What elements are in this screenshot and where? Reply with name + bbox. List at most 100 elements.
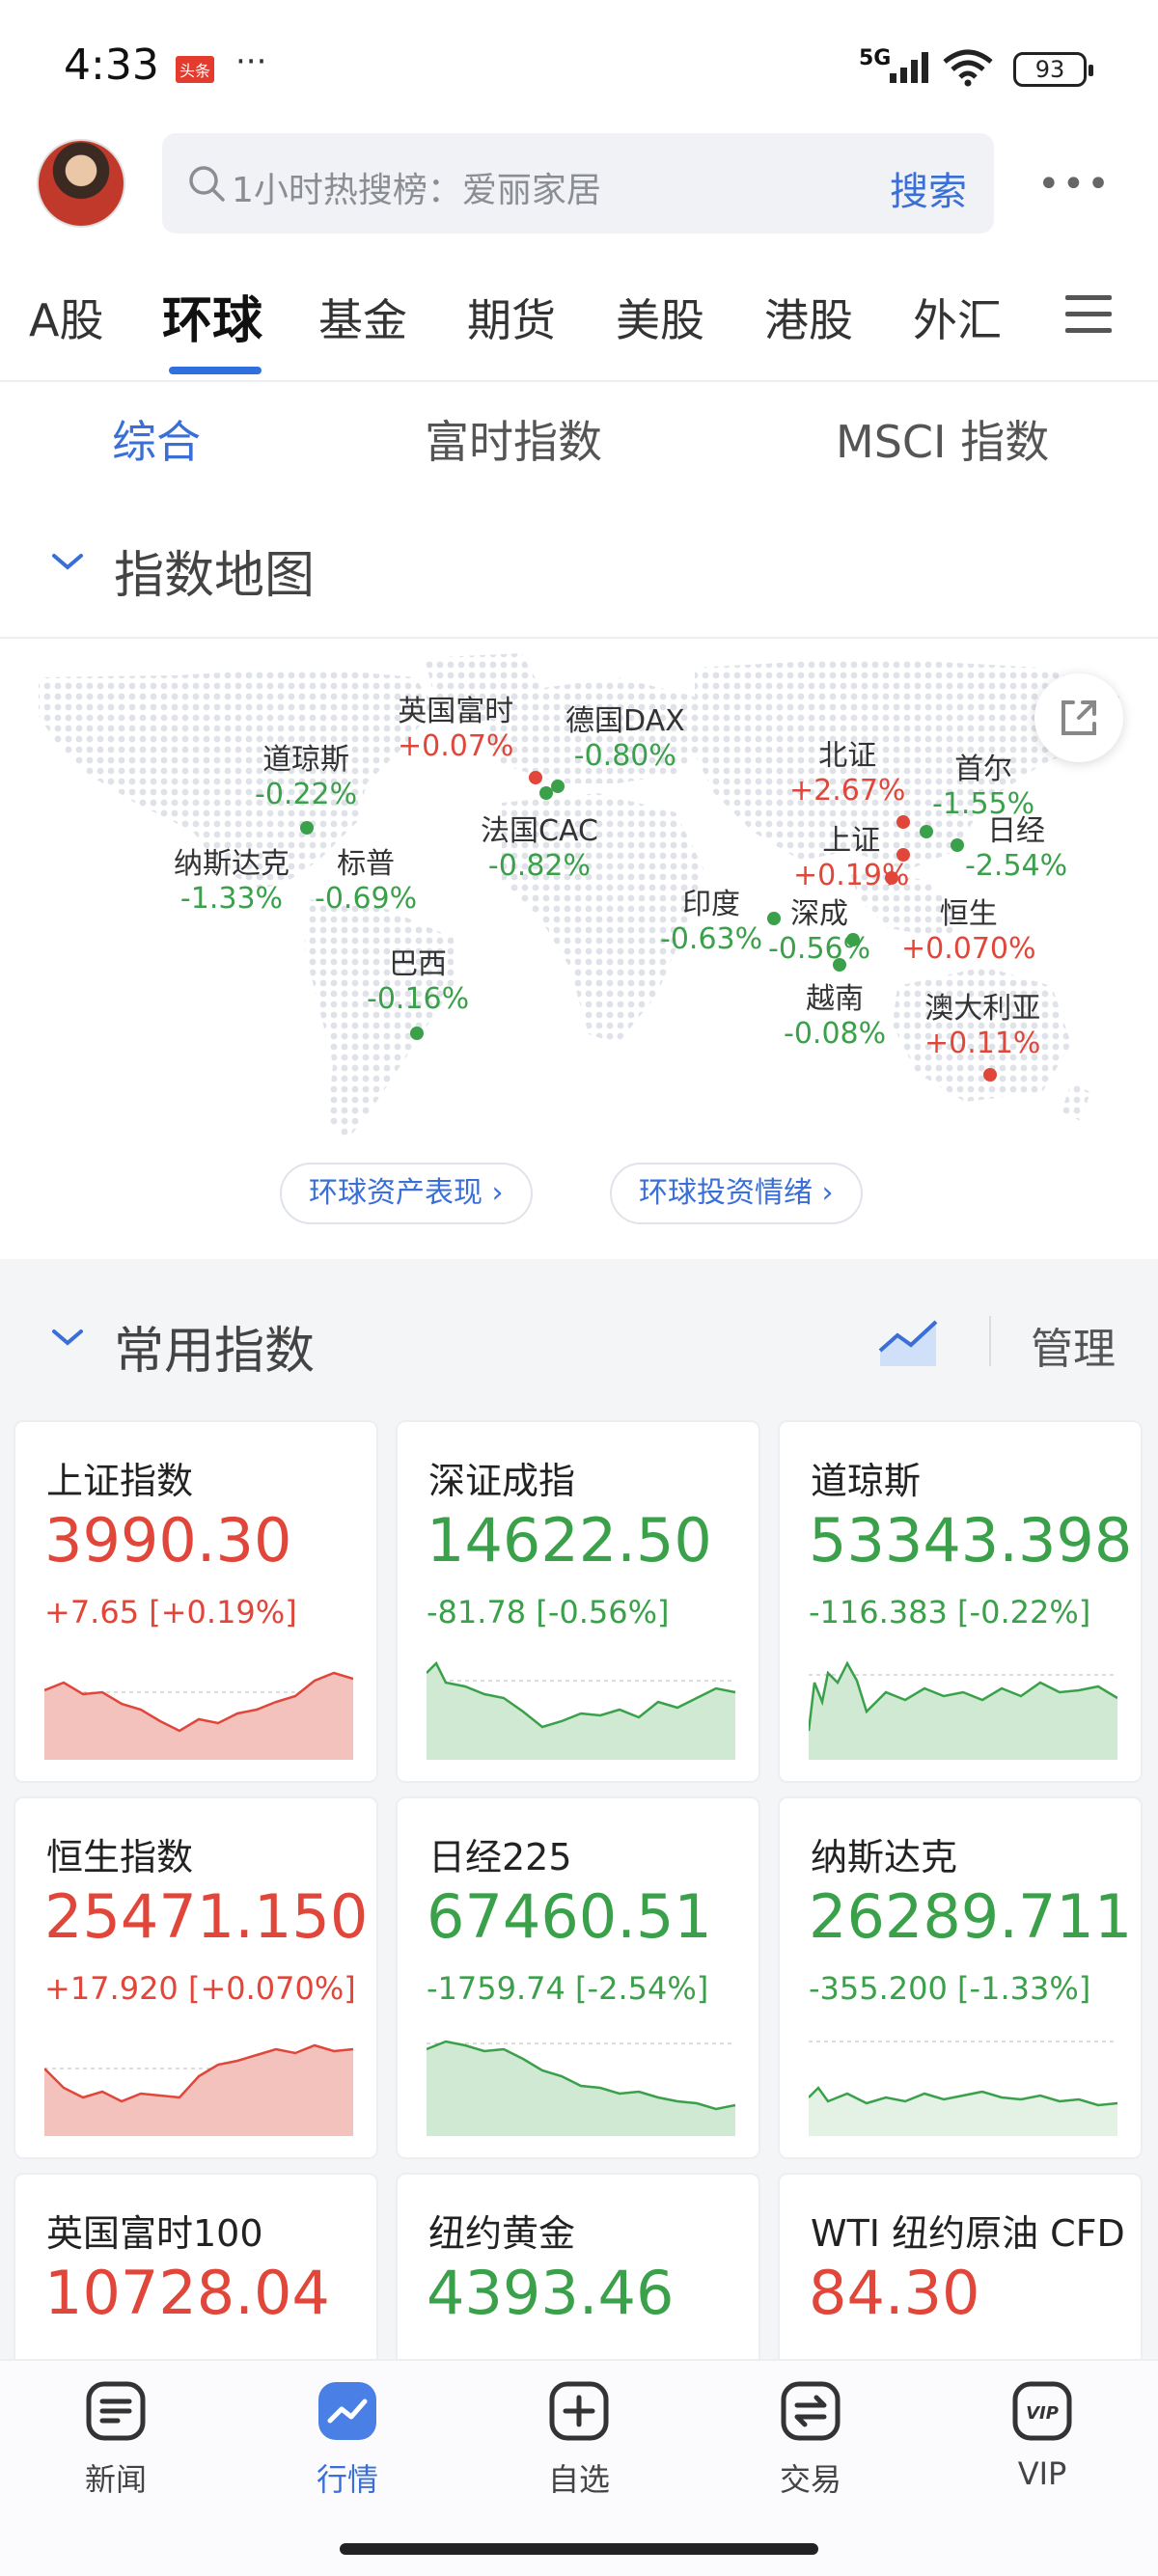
nav-market-label: 行情 — [316, 2461, 378, 2498]
nav-trade[interactable]: 交易 — [743, 2380, 878, 2500]
expand-map-button[interactable] — [1034, 673, 1123, 762]
user-avatar[interactable] — [37, 139, 125, 228]
card-change: -1759.74 [-2.54%] — [427, 1970, 709, 2007]
status-bar: 4:33 头条 ··· 5G 93 — [0, 0, 1158, 135]
sparkline-chart — [427, 2040, 735, 2136]
chart-view-icon[interactable] — [876, 1312, 944, 1370]
map-marker-brazil[interactable]: 巴西 -0.16% — [367, 940, 469, 1016]
index-card-shenzhen[interactable]: 深证成指 14622.50 -81.78 [-0.56%] — [396, 1420, 760, 1783]
tab-forex[interactable]: 外汇 — [913, 286, 1002, 349]
tab-hk-stocks[interactable]: 港股 — [764, 286, 853, 349]
card-change: -355.200 [-1.33%] — [809, 1970, 1091, 2007]
card-change: -81.78 [-0.56%] — [427, 1594, 670, 1631]
nav-news[interactable]: 新闻 — [48, 2380, 183, 2500]
tab-futures[interactable]: 期货 — [467, 286, 556, 349]
card-price: 26289.711 — [809, 1881, 1133, 1952]
world-index-map[interactable]: 英国富时 +0.07% 德国DAX -0.80% 道琼斯 -0.22% 法国CAC -0… — [0, 637, 1158, 1259]
subtab-ftse-index[interactable]: 富时指数 — [425, 407, 602, 471]
map-marker-dow-jones[interactable]: 道琼斯 -0.22% — [255, 735, 357, 811]
trade-icon — [781, 2381, 841, 2441]
home-indicator[interactable] — [340, 2543, 818, 2555]
map-marker-dax[interactable]: 德国DAX -0.80% — [565, 697, 685, 773]
nav-trade-label: 交易 — [779, 2461, 841, 2498]
common-indices-header[interactable]: 常用指数 — [0, 1283, 1158, 1399]
tab-us-stocks[interactable]: 美股 — [616, 286, 704, 349]
card-name: 纽约黄金 — [428, 2212, 576, 2255]
map-marker-india[interactable]: 印度 -0.63% — [660, 880, 762, 956]
notification-dots-icon: ··· — [235, 42, 267, 81]
map-marker-cac[interactable]: 法国CAC -0.82% — [481, 807, 598, 883]
active-tab-indicator — [169, 367, 262, 374]
tab-funds[interactable]: 基金 — [318, 286, 407, 349]
index-card-shanghai[interactable]: 上证指数 3990.30 +7.65 [+0.19%] — [14, 1420, 378, 1783]
global-investment-sentiment-link[interactable]: 环球投资情绪 › — [610, 1163, 863, 1224]
global-asset-performance-link[interactable]: 环球资产表现 › — [280, 1163, 533, 1224]
app-badge: 头条 — [176, 56, 215, 83]
sparkline-chart — [809, 2041, 1117, 2136]
expand-icon — [1062, 700, 1096, 735]
map-marker-shenzhen[interactable]: 深成 -0.56% — [768, 890, 870, 966]
map-marker-nasdaq[interactable]: 纳斯达克 -1.33% — [174, 839, 290, 916]
map-marker-beijing[interactable]: 北证 +2.67% — [789, 731, 905, 808]
card-change: +7.65 [+0.19%] — [44, 1594, 297, 1631]
card-name: 英国富时100 — [46, 2212, 263, 2255]
index-card-nasdaq[interactable]: 纳斯达克 26289.711 -355.200 [-1.33%] — [778, 1796, 1143, 2159]
index-card-hang-seng[interactable]: 恒生指数 25471.150 +17.920 [+0.070%] — [14, 1796, 378, 2159]
map-marker-shanghai[interactable]: 上证 +0.19% — [793, 816, 909, 892]
vip-icon: VIP — [1012, 2381, 1072, 2441]
common-indices-title: 常用指数 — [114, 1323, 316, 1381]
card-change: +17.920 [+0.070%] — [44, 1970, 356, 2007]
subtab-overview[interactable]: 综合 — [112, 407, 201, 471]
index-map-title: 指数地图 — [114, 547, 316, 605]
news-icon — [86, 2381, 146, 2441]
map-marker-australia[interactable]: 澳大利亚 +0.11% — [924, 984, 1040, 1060]
card-price: 67460.51 — [427, 1881, 712, 1952]
card-price: 25471.150 — [44, 1881, 369, 1952]
signal-icon — [890, 52, 928, 83]
card-price: 14622.50 — [427, 1505, 712, 1576]
search-bar[interactable]: 1小时热搜榜：爱丽家居 搜索 — [162, 133, 994, 233]
card-name: 上证指数 — [46, 1460, 194, 1502]
battery-icon: 93 — [1013, 52, 1093, 87]
map-marker-nikkei[interactable]: 日经 -2.54% — [965, 807, 1067, 883]
nav-news-label: 新闻 — [84, 2461, 147, 2498]
status-time: 4:33 — [64, 41, 159, 90]
add-watchlist-icon — [549, 2381, 609, 2441]
card-price: 53343.398 — [809, 1505, 1133, 1576]
card-price: 10728.04 — [44, 2258, 330, 2328]
map-marker-sp500[interactable]: 标普 -0.69% — [315, 839, 417, 916]
index-card-nikkei[interactable]: 日经225 67460.51 -1759.74 [-2.54%] — [396, 1796, 760, 2159]
map-marker-vietnam[interactable]: 越南 -0.08% — [784, 974, 886, 1051]
nav-market[interactable]: 行情 — [280, 2380, 415, 2500]
card-price: 84.30 — [809, 2258, 980, 2328]
map-marker-ftse[interactable]: 英国富时 +0.07% — [398, 687, 513, 763]
more-icon[interactable]: ••• — [1037, 162, 1112, 206]
sparkline-chart — [44, 1671, 353, 1760]
manage-button[interactable]: 管理 — [1031, 1314, 1116, 1376]
card-name: 日经225 — [428, 1836, 572, 1878]
network-type: 5G — [859, 46, 892, 70]
card-name: 深证成指 — [428, 1460, 576, 1502]
sparkline-chart — [44, 2043, 353, 2136]
nav-vip[interactable]: VIP VIP — [975, 2380, 1110, 2492]
tab-global[interactable]: 环球 — [162, 280, 262, 352]
search-input[interactable]: 1小时热搜榜：爱丽家居 — [232, 162, 601, 212]
header-divider — [989, 1316, 991, 1366]
index-card-dow-jones[interactable]: 道琼斯 53343.398 -116.383 [-0.22%] — [778, 1420, 1143, 1783]
index-map-header[interactable]: 指数地图 — [0, 507, 1158, 623]
search-icon — [189, 166, 225, 202]
sparkline-chart — [809, 1660, 1117, 1760]
nav-watchlist[interactable]: 自选 — [511, 2380, 647, 2500]
sparkline-chart — [427, 1660, 735, 1760]
tab-a-shares[interactable]: A股 — [29, 286, 103, 349]
wifi-icon — [943, 49, 993, 87]
svg-text:VIP: VIP — [1026, 2403, 1059, 2424]
search-button[interactable]: 搜索 — [890, 160, 967, 216]
map-marker-hang-seng[interactable]: 恒生 +0.070% — [901, 890, 1036, 966]
card-name: 恒生指数 — [46, 1836, 194, 1878]
menu-icon[interactable] — [1065, 295, 1112, 344]
card-name: WTI 纽约原油 CFD — [811, 2212, 1125, 2255]
card-name: 道琼斯 — [811, 1460, 922, 1502]
subtab-msci-index[interactable]: MSCI 指数 — [836, 407, 1049, 471]
card-price: 3990.30 — [44, 1505, 292, 1576]
